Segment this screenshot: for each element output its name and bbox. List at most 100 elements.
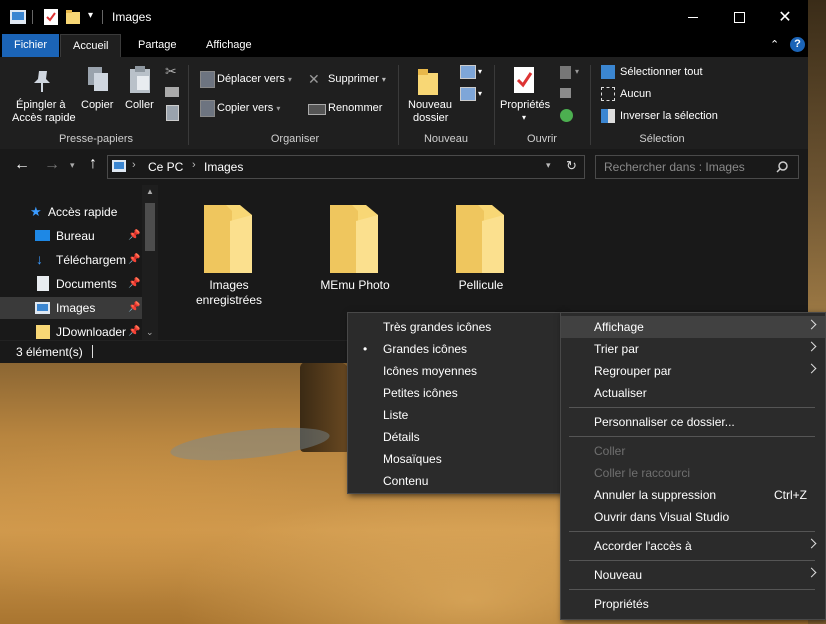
folder-icon — [36, 325, 50, 339]
new-item-dropdown-icon[interactable]: ▾ — [478, 67, 482, 76]
view-submenu: Très grandes icônes • Grandes icônes Icô… — [347, 312, 563, 494]
edit-icon[interactable] — [560, 88, 571, 98]
menu-item-give-access[interactable]: Accorder l'accès à — [561, 535, 825, 557]
menu-item-refresh[interactable]: Actualiser — [561, 382, 825, 404]
star-icon: ★ — [30, 204, 42, 219]
new-folder-button-line1[interactable]: Nouveau — [408, 99, 452, 111]
scroll-down-icon[interactable]: ⌄ — [146, 327, 154, 338]
menu-item-large-icons[interactable]: • Grandes icônes — [348, 338, 562, 360]
properties-dropdown-icon[interactable]: ▾ — [522, 113, 526, 122]
up-button[interactable]: ↑ — [89, 155, 97, 173]
select-all-button[interactable]: Sélectionner tout — [620, 66, 703, 78]
nav-quick-access-label: Accès rapide — [48, 205, 118, 219]
forward-button[interactable]: → — [44, 156, 60, 174]
nav-item-images[interactable]: Images 📌 — [0, 297, 142, 319]
refresh-icon[interactable]: ↻ — [566, 158, 577, 174]
nav-scrollbar[interactable]: ▲ ⌄ — [142, 185, 158, 340]
ribbon-separator — [398, 65, 399, 145]
tab-file[interactable]: Fichier — [2, 34, 60, 57]
breadcrumb-this-pc[interactable]: Ce PC — [148, 160, 183, 174]
new-folder-button-line2[interactable]: dossier — [413, 112, 448, 124]
open-dropdown-icon[interactable]: ▾ — [575, 67, 579, 76]
tab-home[interactable]: Accueil — [60, 34, 122, 57]
title-bar: ▾ Images ✕ — [0, 0, 808, 34]
scroll-up-icon[interactable]: ▲ — [146, 187, 154, 196]
pin-icon[interactable]: 📌 — [128, 278, 140, 289]
move-to-button[interactable]: Déplacer vers ▾ — [217, 73, 292, 85]
easy-access-dropdown-icon[interactable]: ▾ — [478, 89, 482, 98]
breadcrumb-images[interactable]: Images — [204, 160, 243, 174]
folder-label-line2: enregistrées — [195, 293, 263, 307]
images-window-icon[interactable] — [10, 10, 26, 24]
menu-item-tiles[interactable]: Mosaïques — [348, 448, 562, 470]
menu-item-open-visual-studio[interactable]: Ouvrir dans Visual Studio — [561, 506, 825, 528]
recent-locations-icon[interactable]: ▾ — [70, 160, 75, 171]
menu-item-sort-by[interactable]: Trier par — [561, 338, 825, 360]
pin-icon[interactable]: 📌 — [128, 230, 140, 241]
rename-icon — [308, 104, 326, 115]
properties-qat-icon[interactable] — [44, 9, 58, 25]
menu-item-group-by[interactable]: Regrouper par — [561, 360, 825, 382]
qat-dropdown-icon[interactable]: ▾ — [88, 10, 93, 21]
folder-item[interactable]: Pellicule — [446, 201, 516, 293]
paste-shortcut-icon[interactable] — [166, 105, 179, 121]
new-folder-qat-icon[interactable] — [66, 10, 80, 24]
invert-selection-button[interactable]: Inverser la sélection — [620, 110, 718, 122]
menu-item-medium-icons[interactable]: Icônes moyennes — [348, 360, 562, 382]
nav-scrollbar-thumb[interactable] — [145, 203, 155, 251]
address-bar[interactable]: › Ce PC › Images ▾ ↻ — [107, 155, 585, 179]
copy-button[interactable]: Copier — [81, 99, 113, 111]
pin-icon[interactable]: 📌 — [128, 326, 140, 337]
nav-quick-access[interactable]: ★ Accès rapide — [0, 201, 142, 223]
select-none-button[interactable]: Aucun — [620, 88, 651, 100]
search-input[interactable]: Rechercher dans : Images — [595, 155, 799, 179]
maximize-button[interactable] — [716, 0, 762, 34]
organize-group-label: Organiser — [270, 133, 320, 145]
rename-button[interactable]: Renommer — [328, 102, 382, 114]
back-button[interactable]: ← — [14, 156, 30, 174]
menu-item-small-icons[interactable]: Petites icônes — [348, 382, 562, 404]
cut-icon[interactable]: ✂ — [165, 63, 177, 80]
menu-item-details[interactable]: Détails — [348, 426, 562, 448]
help-icon[interactable]: ? — [790, 37, 805, 52]
paste-button[interactable]: Coller — [125, 99, 154, 111]
menu-item-new[interactable]: Nouveau — [561, 564, 825, 586]
menu-item-extra-large-icons[interactable]: Très grandes icônes — [348, 316, 562, 338]
folder-item[interactable]: Images enregistrées — [194, 201, 264, 308]
close-button[interactable]: ✕ — [762, 0, 808, 34]
nav-item-documents[interactable]: Documents 📌 — [0, 273, 142, 295]
pin-quick-access-button-line2[interactable]: Accès rapide — [12, 112, 76, 124]
menu-item-content[interactable]: Contenu — [348, 470, 562, 492]
open-icon[interactable] — [560, 66, 571, 79]
explorer-window: ▾ Images ✕ Fichier Accueil Partage Affic… — [0, 0, 808, 363]
easy-access-icon[interactable] — [460, 87, 476, 101]
tab-share[interactable]: Partage — [126, 34, 189, 57]
menu-item-properties[interactable]: Propriétés — [561, 593, 825, 615]
collapse-ribbon-icon[interactable]: ⌃ — [770, 38, 779, 51]
tab-view[interactable]: Affichage — [194, 34, 264, 57]
context-menu: Affichage Trier par Regrouper par Actual… — [560, 312, 826, 620]
history-icon[interactable] — [560, 109, 573, 122]
navigation-pane: ★ Accès rapide Bureau 📌 ↓ Téléchargement… — [0, 185, 158, 340]
minimize-button[interactable] — [670, 0, 716, 34]
address-dropdown-icon[interactable]: ▾ — [546, 160, 551, 171]
properties-icon — [514, 67, 534, 93]
nav-item-desktop[interactable]: Bureau 📌 — [0, 225, 142, 247]
menu-item-list[interactable]: Liste — [348, 404, 562, 426]
folder-item[interactable]: MEmu Photo — [320, 201, 390, 293]
pin-quick-access-button-line1[interactable]: Épingler à — [16, 99, 66, 111]
menu-separator — [569, 560, 815, 561]
copy-to-button[interactable]: Copier vers ▾ — [217, 102, 280, 114]
copy-path-icon[interactable] — [165, 87, 179, 97]
delete-button[interactable]: Supprimer ▾ — [328, 73, 386, 85]
submenu-arrow-icon — [806, 538, 817, 549]
properties-button[interactable]: Propriétés — [500, 99, 550, 111]
pin-icon[interactable]: 📌 — [128, 254, 140, 265]
nav-item-downloads[interactable]: ↓ Téléchargements 📌 — [0, 249, 142, 271]
menu-item-customize-folder[interactable]: Personnaliser ce dossier... — [561, 411, 825, 433]
menu-item-view[interactable]: Affichage — [561, 316, 825, 338]
breadcrumb-separator-icon: › — [132, 159, 136, 171]
pin-icon[interactable]: 📌 — [128, 302, 140, 313]
new-item-icon[interactable] — [460, 65, 476, 79]
menu-item-undo-delete[interactable]: Annuler la suppression Ctrl+Z — [561, 484, 825, 506]
